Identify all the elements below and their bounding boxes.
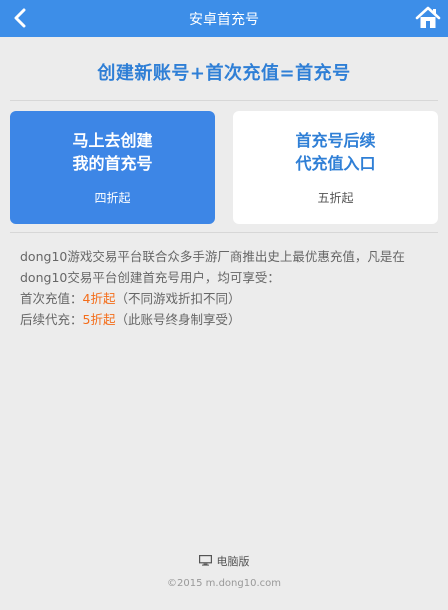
card-title: 马上去创建 我的首充号	[72, 131, 153, 173]
card-title: 首充号后续 代充值入口	[295, 131, 376, 173]
intro-text: dong10游戏交易平台联合众多手游厂商推出史上最优惠充值，凡是在dong10交…	[20, 249, 405, 285]
monitor-icon	[198, 555, 212, 566]
footer: 电脑版 ©2015 m.dong10.com	[0, 551, 448, 590]
chevron-left-icon	[14, 8, 26, 28]
page-title: 安卓首充号	[189, 11, 259, 28]
home-icon	[415, 6, 441, 28]
create-account-card[interactable]: 马上去创建 我的首充号 四折起	[10, 111, 215, 224]
back-button[interactable]	[8, 6, 32, 30]
top-bar: 安卓首充号	[0, 0, 448, 37]
copyright: ©2015 m.dong10.com	[167, 578, 281, 589]
first-recharge-line: 首次充值：4折起（不同游戏折扣不同）	[20, 291, 241, 306]
action-cards: 马上去创建 我的首充号 四折起 首充号后续 代充值入口 五折起	[0, 101, 448, 232]
recharge-entry-card[interactable]: 首充号后续 代充值入口 五折起	[233, 111, 438, 224]
card-discount: 四折起	[94, 191, 131, 205]
desktop-version-link[interactable]: 电脑版	[198, 553, 250, 569]
promo-description: dong10游戏交易平台联合众多手游厂商推出史上最优惠充值，凡是在dong10交…	[0, 233, 448, 330]
first-discount: 4折起	[82, 291, 116, 306]
follow-recharge-line: 后续代充：5折起（此账号终身制享受）	[20, 312, 241, 327]
home-button[interactable]	[414, 5, 442, 31]
follow-discount: 5折起	[82, 312, 116, 327]
promo-headline: 创建新账号+首次充值=首充号	[97, 63, 351, 84]
card-discount: 五折起	[317, 191, 354, 205]
